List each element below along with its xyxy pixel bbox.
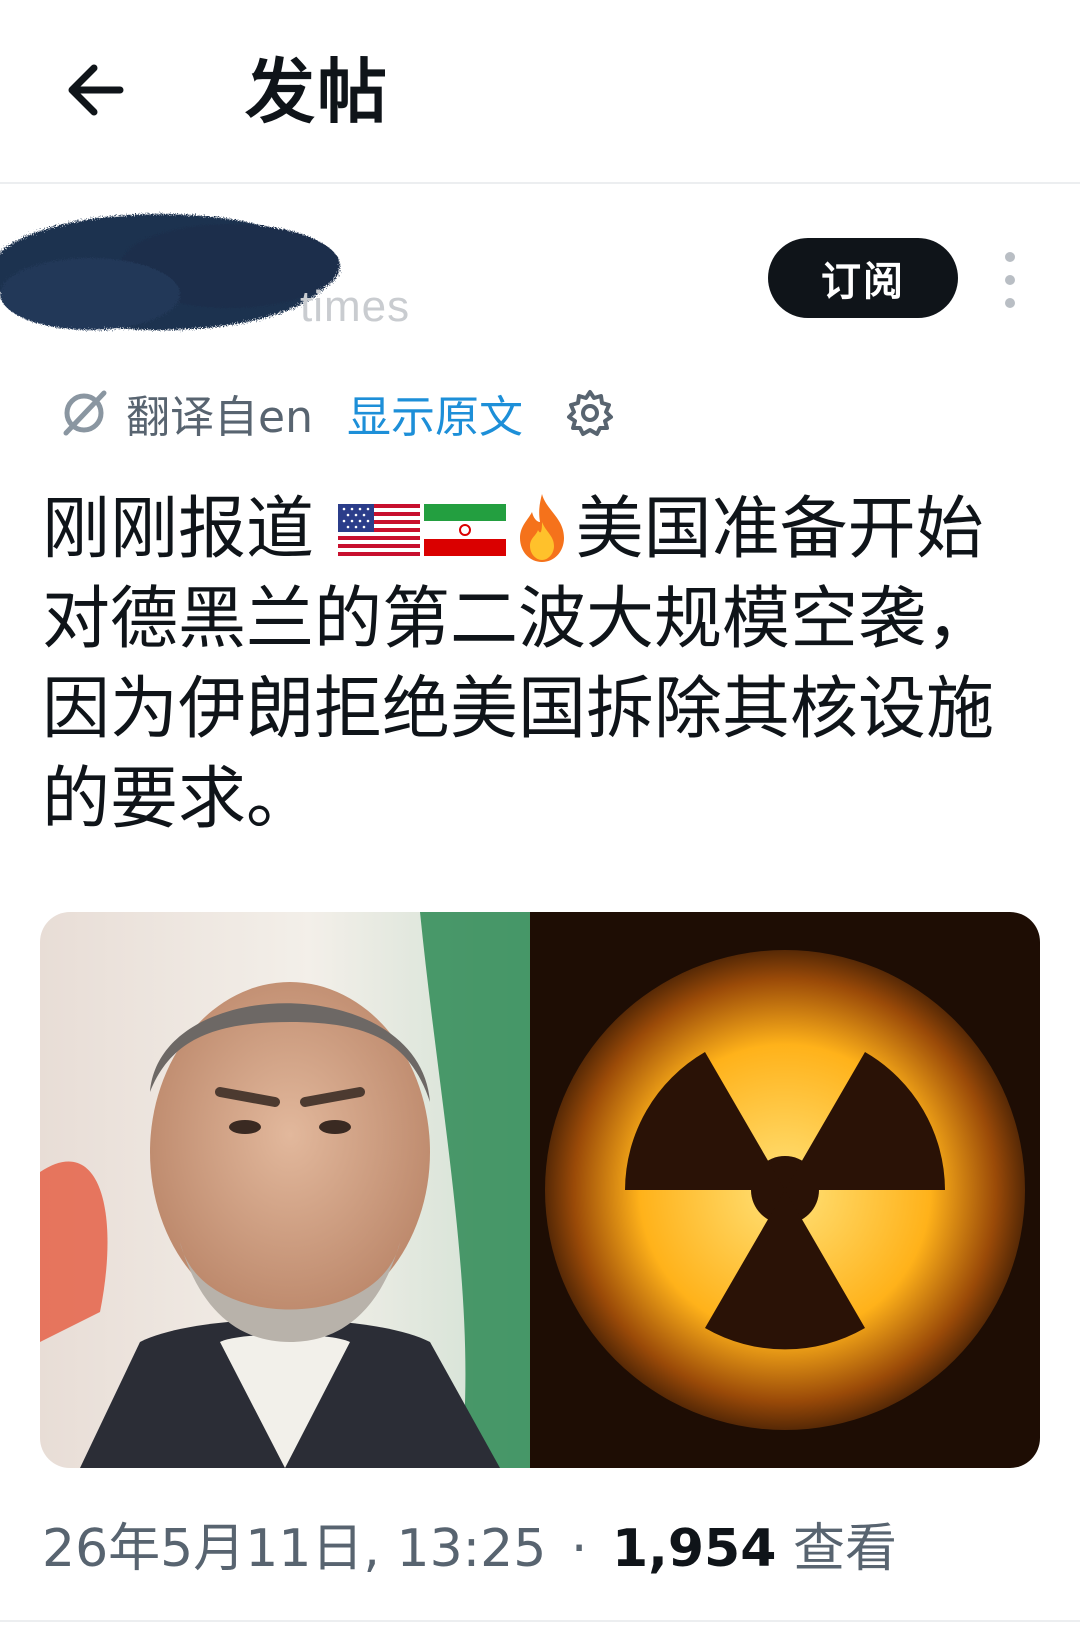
- portrait-photo[interactable]: [40, 912, 530, 1468]
- show-original-link[interactable]: 显示原文: [347, 381, 523, 445]
- redacted-author-scribble: [0, 214, 340, 330]
- translate-icon: [63, 390, 107, 436]
- translation-row: 翻译自en 显示原文: [58, 378, 615, 448]
- more-dot-icon: [1005, 275, 1015, 285]
- views-count: 1,954: [611, 1519, 777, 1579]
- more-dot-icon: [1005, 252, 1015, 262]
- back-button[interactable]: [54, 50, 134, 130]
- top-header: 发帖: [0, 0, 1080, 184]
- arrow-left-icon: [68, 64, 124, 116]
- post-timestamp[interactable]: 26年5月11日, 13:25: [42, 1519, 546, 1579]
- author-row: times 订阅: [0, 182, 1080, 357]
- author-handle[interactable]: times: [300, 282, 410, 332]
- subscribe-button[interactable]: 订阅: [768, 238, 958, 318]
- post-text-lead: 刚刚报道: [42, 490, 315, 569]
- post-media[interactable]: [40, 912, 1040, 1468]
- us-flag-icon: [337, 504, 420, 556]
- post-text: 刚刚报道 美国准备开始对德黑兰的第二波大规模空袭，因为伊朗拒绝美国拆除其核设施的…: [42, 485, 1042, 845]
- radiation-symbol-image[interactable]: [530, 912, 1040, 1468]
- more-options-button[interactable]: [990, 250, 1030, 310]
- more-dot-icon: [1005, 298, 1015, 308]
- divider: [0, 1620, 1080, 1622]
- iran-flag-icon: [423, 504, 506, 556]
- post-meta: 26年5月11日, 13:25 · 1,954 查看: [42, 1514, 897, 1584]
- gear-icon[interactable]: [565, 388, 615, 438]
- meta-separator: ·: [570, 1519, 588, 1579]
- page-title: 发帖: [245, 51, 389, 133]
- fire-icon: [519, 494, 564, 562]
- translated-from-label: 翻译自en: [126, 392, 313, 443]
- views-label: 查看: [792, 1519, 897, 1579]
